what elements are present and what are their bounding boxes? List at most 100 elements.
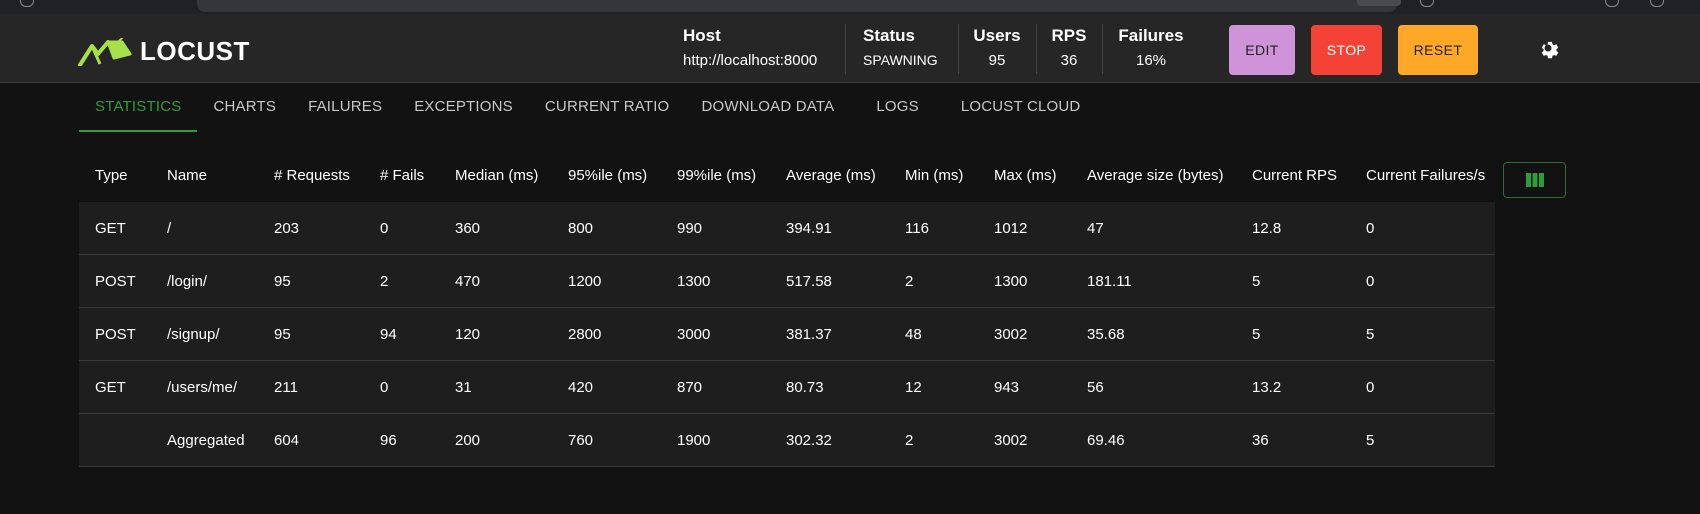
users-label: Users bbox=[973, 26, 1021, 45]
column-header[interactable]: Min (ms) bbox=[889, 167, 978, 184]
failures-value: 16% bbox=[1135, 52, 1167, 69]
cell-average: 381.37 bbox=[786, 325, 832, 343]
cell-median: 470 bbox=[455, 272, 481, 290]
column-header[interactable]: 95%ile (ms) bbox=[552, 167, 661, 184]
cell-min: 2 bbox=[905, 431, 914, 449]
column-header[interactable]: 99%ile (ms) bbox=[661, 167, 770, 184]
cell-p99: 1300 bbox=[677, 272, 711, 290]
cell-max: 3002 bbox=[994, 431, 1028, 449]
stop-button[interactable]: STOP bbox=[1311, 25, 1382, 75]
edit-button[interactable]: EDIT bbox=[1229, 25, 1295, 75]
cell-name: /login/ bbox=[167, 272, 208, 290]
cell-p95: 420 bbox=[568, 378, 594, 396]
divider bbox=[1036, 24, 1037, 74]
browser-menu-icon[interactable] bbox=[1650, 0, 1664, 7]
table-header: Type Name # Requests # Fails Median (ms)… bbox=[79, 148, 1495, 202]
status-stat: Status SPAWNING bbox=[863, 26, 938, 68]
column-header[interactable]: Average (ms) bbox=[770, 167, 889, 184]
tab-locust-cloud[interactable]: LOCUST CLOUD bbox=[945, 84, 1097, 130]
cell-avg-size: 35.68 bbox=[1087, 325, 1125, 343]
cell-avg-size: 181.11 bbox=[1087, 272, 1132, 290]
tab-statistics[interactable]: STATISTICS bbox=[79, 84, 198, 132]
cell-avg-size: 56 bbox=[1087, 378, 1104, 396]
cell-current-failures: 0 bbox=[1366, 219, 1375, 237]
cell-min: 12 bbox=[905, 378, 922, 396]
column-header[interactable]: Average size (bytes) bbox=[1071, 167, 1236, 184]
cell-fails: 0 bbox=[380, 219, 389, 237]
cell-max: 943 bbox=[994, 378, 1020, 396]
column-header[interactable]: Name bbox=[151, 167, 258, 184]
tab-exceptions[interactable]: EXCEPTIONS bbox=[398, 84, 529, 130]
cell-requests: 95 bbox=[274, 325, 291, 343]
column-header[interactable]: Type bbox=[79, 167, 151, 184]
divider bbox=[958, 24, 959, 74]
cell-p95: 2800 bbox=[568, 325, 602, 343]
browser-address-bar[interactable] bbox=[197, 0, 1401, 12]
tab-charts[interactable]: CHARTS bbox=[197, 84, 292, 130]
column-header[interactable]: # Fails bbox=[364, 167, 439, 184]
cell-max: 1012 bbox=[994, 219, 1028, 237]
cell-p99: 870 bbox=[677, 378, 703, 396]
cell-current-rps: 36 bbox=[1252, 431, 1269, 449]
cell-average: 302.32 bbox=[786, 431, 832, 449]
cell-current-rps: 5 bbox=[1252, 325, 1261, 343]
failures-stat: Failures 16% bbox=[1116, 26, 1186, 69]
cell-avg-size: 47 bbox=[1087, 219, 1104, 237]
reset-button[interactable]: RESET bbox=[1398, 25, 1478, 75]
tab-logs[interactable]: LOGS bbox=[850, 84, 944, 130]
cell-fails: 94 bbox=[380, 325, 397, 343]
cell-name: /signup/ bbox=[167, 325, 220, 343]
locust-logo-icon bbox=[78, 37, 132, 66]
divider bbox=[1102, 24, 1103, 74]
tab-download-data[interactable]: DOWNLOAD DATA bbox=[685, 84, 850, 130]
table-row: GET / 203 0 360 800 990 394.91 116 1012 … bbox=[79, 202, 1495, 255]
failures-label: Failures bbox=[1118, 26, 1184, 45]
cell-average: 394.91 bbox=[786, 219, 832, 237]
cell-requests: 604 bbox=[274, 431, 300, 449]
gear-icon[interactable] bbox=[1536, 38, 1560, 62]
table-row: POST /login/ 95 2 470 1200 1300 517.58 2… bbox=[79, 255, 1495, 308]
cell-requests: 203 bbox=[274, 219, 300, 237]
browser-reload-icon[interactable] bbox=[20, 0, 34, 7]
cell-name: / bbox=[167, 219, 172, 237]
column-header[interactable]: Max (ms) bbox=[978, 167, 1071, 184]
cell-max: 3002 bbox=[994, 325, 1028, 343]
tab-bar: STATISTICS CHARTS FAILURES EXCEPTIONS CU… bbox=[79, 84, 1097, 132]
cell-p95: 1200 bbox=[568, 272, 602, 290]
cell-name: /users/me/ bbox=[167, 378, 238, 396]
tab-current-ratio[interactable]: CURRENT RATIO bbox=[529, 84, 686, 130]
column-header[interactable]: # Requests bbox=[258, 167, 364, 184]
cell-average: 517.58 bbox=[786, 272, 832, 290]
users-stat: Users 95 bbox=[970, 26, 1024, 69]
column-header[interactable]: Current Failures/s bbox=[1350, 167, 1495, 184]
cell-requests: 95 bbox=[274, 272, 291, 290]
app-header: LOCUST Host http://localhost:8000 Status… bbox=[0, 14, 1700, 83]
cell-average: 80.73 bbox=[786, 378, 824, 396]
browser-extension-icon[interactable] bbox=[1605, 0, 1619, 7]
tab-failures[interactable]: FAILURES bbox=[292, 84, 398, 130]
locust-logo[interactable]: LOCUST bbox=[78, 36, 250, 67]
statistics-table: Type Name # Requests # Fails Median (ms)… bbox=[79, 148, 1495, 467]
cell-p99: 990 bbox=[677, 219, 703, 237]
cell-requests: 211 bbox=[274, 378, 298, 396]
column-toggle-button[interactable] bbox=[1503, 162, 1566, 198]
cell-fails: 96 bbox=[380, 431, 397, 449]
cell-avg-size: 69.46 bbox=[1087, 431, 1125, 449]
column-header[interactable]: Median (ms) bbox=[439, 167, 552, 184]
cell-median: 120 bbox=[455, 325, 481, 343]
view-columns-icon bbox=[1525, 173, 1544, 187]
column-header[interactable]: Current RPS bbox=[1236, 167, 1350, 184]
status-label: Status bbox=[863, 26, 915, 45]
logo-text: LOCUST bbox=[140, 36, 250, 66]
cell-min: 2 bbox=[905, 272, 914, 290]
table-row: GET /users/me/ 211 0 31 420 870 80.73 12… bbox=[79, 361, 1495, 414]
users-value: 95 bbox=[988, 52, 1006, 69]
browser-address-pill bbox=[1357, 0, 1401, 6]
browser-close-icon[interactable] bbox=[1420, 0, 1434, 7]
cell-max: 1300 bbox=[994, 272, 1028, 290]
cell-current-failures: 0 bbox=[1366, 272, 1375, 290]
host-value: http://localhost:8000 bbox=[683, 52, 818, 69]
cell-name: Aggregated bbox=[167, 431, 245, 449]
table-row: POST /signup/ 95 94 120 2800 3000 381.37… bbox=[79, 308, 1495, 361]
cell-type: GET bbox=[95, 378, 126, 396]
